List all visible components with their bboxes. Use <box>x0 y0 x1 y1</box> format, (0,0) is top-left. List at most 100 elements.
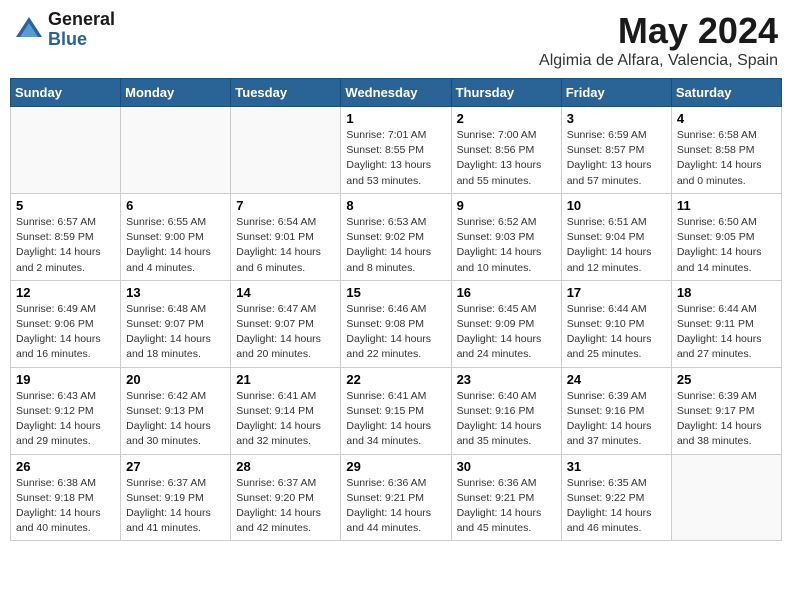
day-info: Sunrise: 6:47 AM Sunset: 9:07 PM Dayligh… <box>236 302 335 363</box>
calendar-day-cell: 3 Sunrise: 6:59 AM Sunset: 8:57 PM Daylig… <box>561 107 671 194</box>
day-number: 20 <box>126 372 225 387</box>
day-number: 15 <box>346 285 445 300</box>
calendar-day-cell: 12 Sunrise: 6:49 AM Sunset: 9:06 PM Dayli… <box>11 280 121 367</box>
calendar-day-cell: 17 Sunrise: 6:44 AM Sunset: 9:10 PM Dayli… <box>561 280 671 367</box>
calendar-day-header: Tuesday <box>231 79 341 107</box>
day-number: 1 <box>346 111 445 126</box>
day-info: Sunrise: 6:58 AM Sunset: 8:58 PM Dayligh… <box>677 128 776 189</box>
day-number: 18 <box>677 285 776 300</box>
calendar-week-row: 1 Sunrise: 7:01 AM Sunset: 8:55 PM Daylig… <box>11 107 782 194</box>
day-number: 24 <box>567 372 666 387</box>
calendar-day-cell: 20 Sunrise: 6:42 AM Sunset: 9:13 PM Dayli… <box>121 367 231 454</box>
day-number: 7 <box>236 198 335 213</box>
day-number: 8 <box>346 198 445 213</box>
calendar-day-cell: 22Sunrise: 6:41 AM Sunset: 9:15 PM Dayli… <box>341 367 451 454</box>
day-number: 16 <box>457 285 556 300</box>
day-number: 2 <box>457 111 556 126</box>
day-info: Sunrise: 6:52 AM Sunset: 9:03 PM Dayligh… <box>457 215 556 276</box>
logo-blue-text: Blue <box>48 30 115 50</box>
day-info: Sunrise: 6:35 AM Sunset: 9:22 PM Dayligh… <box>567 476 666 537</box>
logo: General Blue <box>14 10 115 50</box>
day-info: Sunrise: 6:44 AM Sunset: 9:10 PM Dayligh… <box>567 302 666 363</box>
calendar-day-cell <box>671 454 781 541</box>
calendar-day-cell: 10 Sunrise: 6:51 AM Sunset: 9:04 PM Dayli… <box>561 193 671 280</box>
day-number: 17 <box>567 285 666 300</box>
day-number: 19 <box>16 372 115 387</box>
calendar-day-cell: 25Sunrise: 6:39 AM Sunset: 9:17 PM Dayli… <box>671 367 781 454</box>
day-info: Sunrise: 6:46 AM Sunset: 9:08 PM Dayligh… <box>346 302 445 363</box>
day-number: 4 <box>677 111 776 126</box>
calendar-day-cell: 23 Sunrise: 6:40 AM Sunset: 9:16 PM Dayli… <box>451 367 561 454</box>
logo-general-text: General <box>48 10 115 30</box>
calendar-day-cell: 19 Sunrise: 6:43 AM Sunset: 9:12 PM Dayli… <box>11 367 121 454</box>
day-info: Sunrise: 6:41 AM Sunset: 9:14 PM Dayligh… <box>236 389 335 450</box>
calendar-day-cell: 16 Sunrise: 6:45 AM Sunset: 9:09 PM Dayli… <box>451 280 561 367</box>
day-info: Sunrise: 6:43 AM Sunset: 9:12 PM Dayligh… <box>16 389 115 450</box>
day-info: Sunrise: 6:53 AM Sunset: 9:02 PM Dayligh… <box>346 215 445 276</box>
calendar-day-cell: 24Sunrise: 6:39 AM Sunset: 9:16 PM Dayli… <box>561 367 671 454</box>
calendar-day-header: Thursday <box>451 79 561 107</box>
day-number: 10 <box>567 198 666 213</box>
day-number: 6 <box>126 198 225 213</box>
day-info: Sunrise: 6:57 AM Sunset: 8:59 PM Dayligh… <box>16 215 115 276</box>
month-title: May 2024 <box>539 10 778 52</box>
calendar-day-header: Sunday <box>11 79 121 107</box>
logo-text: General Blue <box>48 10 115 50</box>
day-number: 11 <box>677 198 776 213</box>
day-info: Sunrise: 6:54 AM Sunset: 9:01 PM Dayligh… <box>236 215 335 276</box>
calendar-day-cell: 18Sunrise: 6:44 AM Sunset: 9:11 PM Dayli… <box>671 280 781 367</box>
day-info: Sunrise: 6:59 AM Sunset: 8:57 PM Dayligh… <box>567 128 666 189</box>
day-number: 14 <box>236 285 335 300</box>
calendar-day-cell: 7 Sunrise: 6:54 AM Sunset: 9:01 PM Daylig… <box>231 193 341 280</box>
calendar-day-cell: 14 Sunrise: 6:47 AM Sunset: 9:07 PM Dayli… <box>231 280 341 367</box>
day-info: Sunrise: 6:42 AM Sunset: 9:13 PM Dayligh… <box>126 389 225 450</box>
location-title: Algimia de Alfara, Valencia, Spain <box>539 52 778 70</box>
calendar-day-cell: 8 Sunrise: 6:53 AM Sunset: 9:02 PM Daylig… <box>341 193 451 280</box>
calendar-day-cell: 13Sunrise: 6:48 AM Sunset: 9:07 PM Dayli… <box>121 280 231 367</box>
calendar-day-cell: 31 Sunrise: 6:35 AM Sunset: 9:22 PM Dayli… <box>561 454 671 541</box>
calendar-day-cell <box>231 107 341 194</box>
calendar-day-cell: 2Sunrise: 7:00 AM Sunset: 8:56 PM Daylig… <box>451 107 561 194</box>
day-info: Sunrise: 6:49 AM Sunset: 9:06 PM Dayligh… <box>16 302 115 363</box>
calendar-week-row: 26 Sunrise: 6:38 AM Sunset: 9:18 PM Dayli… <box>11 454 782 541</box>
calendar-day-header: Friday <box>561 79 671 107</box>
day-number: 31 <box>567 459 666 474</box>
day-info: Sunrise: 6:37 AM Sunset: 9:19 PM Dayligh… <box>126 476 225 537</box>
day-info: Sunrise: 6:40 AM Sunset: 9:16 PM Dayligh… <box>457 389 556 450</box>
calendar-day-cell: 4 Sunrise: 6:58 AM Sunset: 8:58 PM Daylig… <box>671 107 781 194</box>
calendar-week-row: 12 Sunrise: 6:49 AM Sunset: 9:06 PM Dayli… <box>11 280 782 367</box>
day-number: 12 <box>16 285 115 300</box>
calendar-day-cell: 27 Sunrise: 6:37 AM Sunset: 9:19 PM Dayli… <box>121 454 231 541</box>
calendar-day-header: Saturday <box>671 79 781 107</box>
day-info: Sunrise: 6:45 AM Sunset: 9:09 PM Dayligh… <box>457 302 556 363</box>
day-number: 21 <box>236 372 335 387</box>
day-number: 23 <box>457 372 556 387</box>
day-number: 27 <box>126 459 225 474</box>
day-number: 29 <box>346 459 445 474</box>
calendar-day-cell: 28 Sunrise: 6:37 AM Sunset: 9:20 PM Dayli… <box>231 454 341 541</box>
calendar-day-cell <box>11 107 121 194</box>
day-number: 5 <box>16 198 115 213</box>
day-info: Sunrise: 6:38 AM Sunset: 9:18 PM Dayligh… <box>16 476 115 537</box>
calendar-day-cell: 1 Sunrise: 7:01 AM Sunset: 8:55 PM Daylig… <box>341 107 451 194</box>
day-info: Sunrise: 6:37 AM Sunset: 9:20 PM Dayligh… <box>236 476 335 537</box>
calendar-day-cell <box>121 107 231 194</box>
day-info: Sunrise: 6:36 AM Sunset: 9:21 PM Dayligh… <box>457 476 556 537</box>
day-info: Sunrise: 6:39 AM Sunset: 9:17 PM Dayligh… <box>677 389 776 450</box>
day-info: Sunrise: 7:01 AM Sunset: 8:55 PM Dayligh… <box>346 128 445 189</box>
day-info: Sunrise: 6:51 AM Sunset: 9:04 PM Dayligh… <box>567 215 666 276</box>
day-info: Sunrise: 6:55 AM Sunset: 9:00 PM Dayligh… <box>126 215 225 276</box>
calendar-day-cell: 29 Sunrise: 6:36 AM Sunset: 9:21 PM Dayli… <box>341 454 451 541</box>
title-section: May 2024 Algimia de Alfara, Valencia, Sp… <box>539 10 778 70</box>
calendar-day-cell: 21 Sunrise: 6:41 AM Sunset: 9:14 PM Dayli… <box>231 367 341 454</box>
day-number: 28 <box>236 459 335 474</box>
day-number: 26 <box>16 459 115 474</box>
calendar-day-cell: 11Sunrise: 6:50 AM Sunset: 9:05 PM Dayli… <box>671 193 781 280</box>
calendar-day-cell: 5 Sunrise: 6:57 AM Sunset: 8:59 PM Daylig… <box>11 193 121 280</box>
day-number: 13 <box>126 285 225 300</box>
day-number: 9 <box>457 198 556 213</box>
calendar-day-header: Monday <box>121 79 231 107</box>
day-number: 3 <box>567 111 666 126</box>
calendar-day-header: Wednesday <box>341 79 451 107</box>
day-info: Sunrise: 6:36 AM Sunset: 9:21 PM Dayligh… <box>346 476 445 537</box>
